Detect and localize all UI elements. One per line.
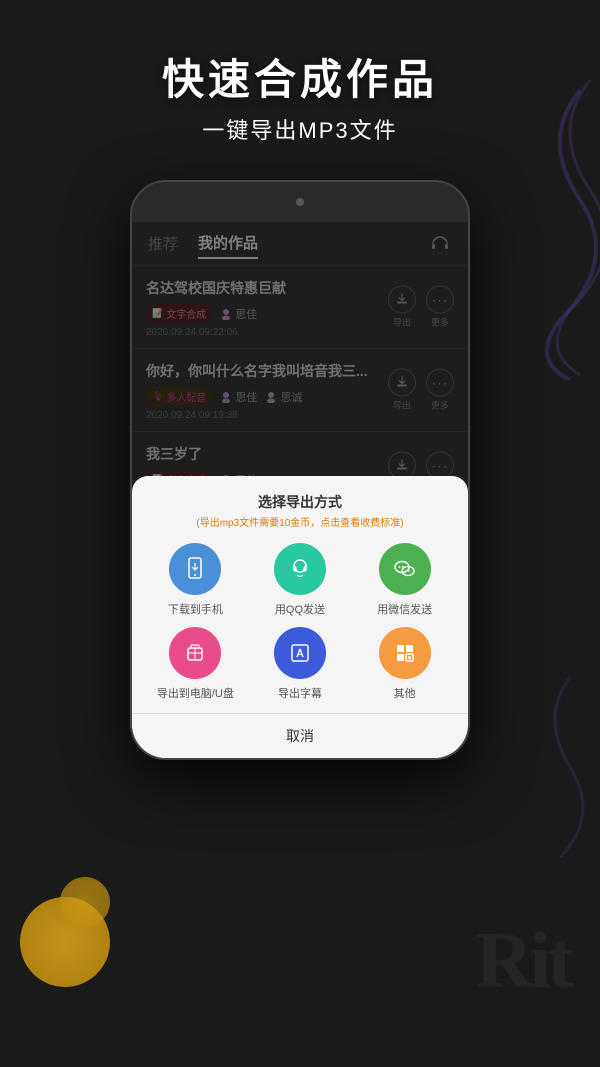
sheet-icon-subtitle[interactable]: A + 导出字幕 [253, 627, 348, 701]
svg-text:+: + [298, 647, 302, 654]
phone-camera [296, 198, 304, 206]
main-title: 快速合成作品 [162, 55, 438, 105]
download-icon-circle [169, 543, 221, 595]
phone-mockup: 推荐 我的作品 名达驾校国庆特惠巨献 📝 文字合成 [130, 180, 470, 760]
subtitle-icon-circle: A + [274, 627, 326, 679]
wechat-icon [391, 555, 419, 583]
sheet-icon-other[interactable]: 其他 [357, 627, 452, 701]
bottom-sheet: 选择导出方式 (导出mp3文件需要10金币，点击查看收费标准) 下载到手机 [132, 476, 468, 758]
phone-download-icon [181, 555, 209, 583]
sheet-title: 选择导出方式 [132, 492, 468, 512]
qq-label: 用QQ发送 [275, 601, 325, 617]
subtitle-icon: A + [286, 639, 314, 667]
qq-icon-circle [274, 543, 326, 595]
luggage-icon [181, 639, 209, 667]
header-section: 快速合成作品 一键导出MP3文件 [0, 0, 600, 200]
sub-title: 一键导出MP3文件 [202, 113, 397, 145]
pc-label: 导出到电脑/U盘 [157, 685, 234, 701]
phone-screen: 推荐 我的作品 名达驾校国庆特惠巨献 📝 文字合成 [132, 222, 468, 758]
other-icon [391, 639, 419, 667]
other-label: 其他 [394, 685, 416, 701]
sheet-icon-qq[interactable]: 用QQ发送 [253, 543, 348, 617]
sheet-icon-pc[interactable]: 导出到电脑/U盘 [148, 627, 243, 701]
download-label: 下载到手机 [168, 601, 223, 617]
bottom-sheet-overlay: 选择导出方式 (导出mp3文件需要10金币，点击查看收费标准) 下载到手机 [132, 222, 468, 758]
qq-icon [286, 555, 314, 583]
other-icon-circle [379, 627, 431, 679]
pc-icon-circle [169, 627, 221, 679]
sheet-subtitle: (导出mp3文件需要10金币，点击查看收费标准) [132, 514, 468, 529]
sheet-icon-download[interactable]: 下载到手机 [148, 543, 243, 617]
rit-decoration: Rit [475, 916, 570, 1007]
cancel-button[interactable]: 取消 [132, 713, 468, 758]
wechat-icon-circle [379, 543, 431, 595]
sheet-icon-wechat[interactable]: 用微信发送 [357, 543, 452, 617]
phone-top-bar [132, 182, 468, 222]
squiggle-bottom-right [530, 667, 590, 867]
gold-circle-small [60, 877, 110, 927]
sheet-icons-grid: 下载到手机 [132, 543, 468, 713]
subtitle-label: 导出字幕 [278, 685, 322, 701]
wechat-label: 用微信发送 [377, 601, 432, 617]
gold-circle-large [20, 897, 110, 987]
